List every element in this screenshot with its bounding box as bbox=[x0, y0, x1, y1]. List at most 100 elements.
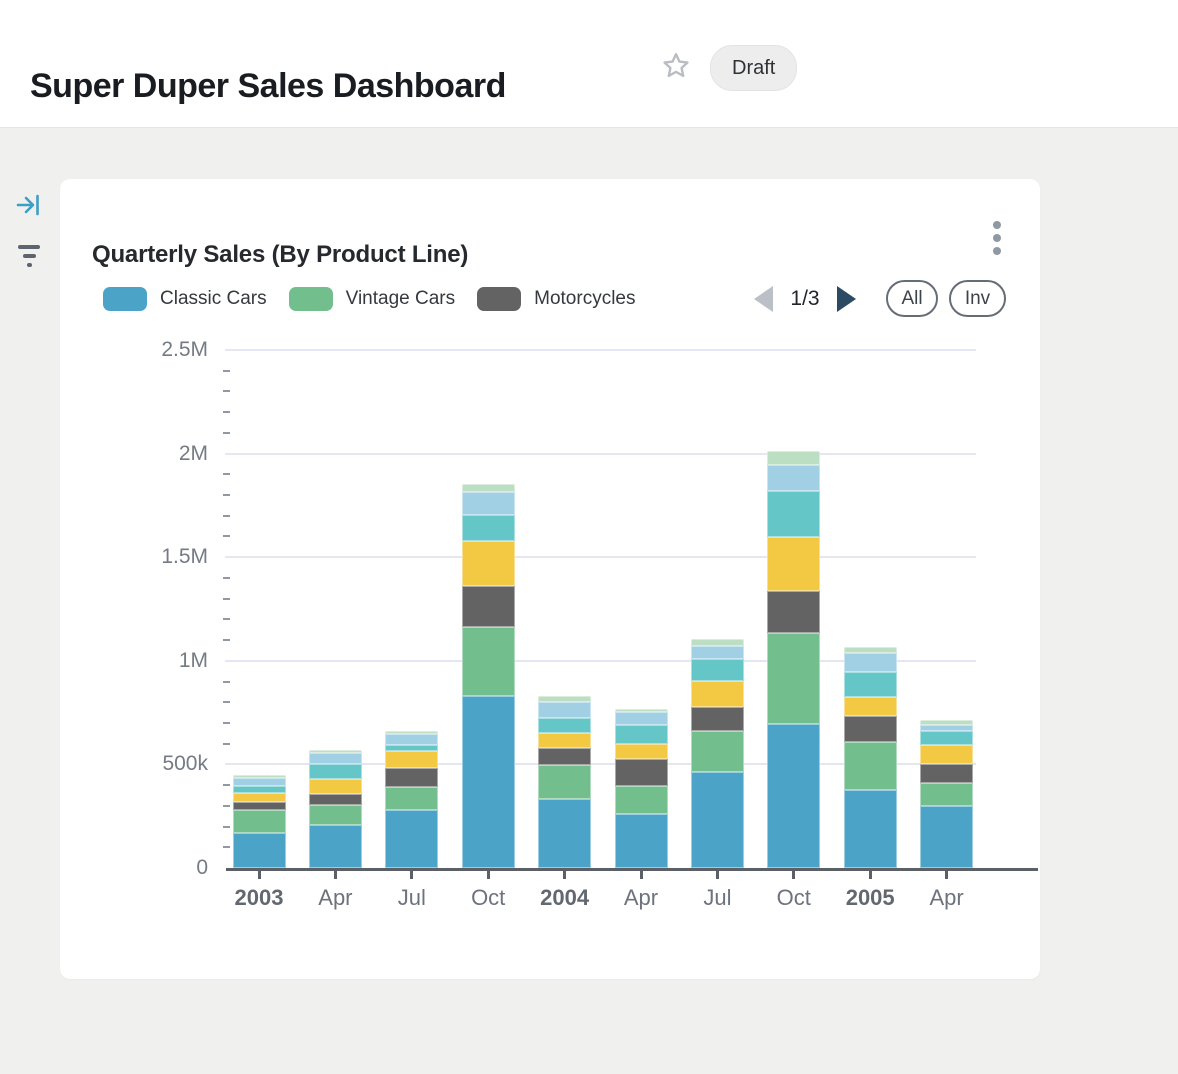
y-axis-label: 2M bbox=[60, 442, 208, 466]
x-axis-tick bbox=[792, 871, 795, 879]
bar-segment-series-4-yellow[interactable] bbox=[920, 745, 973, 764]
x-axis-tick bbox=[563, 871, 566, 879]
bar-segment-classic-cars[interactable] bbox=[767, 724, 820, 868]
bar-segment-series-4-yellow[interactable] bbox=[233, 793, 286, 802]
bar-segment-series-6-light-blue[interactable] bbox=[615, 712, 668, 725]
bar-segment-motorcycles[interactable] bbox=[615, 759, 668, 786]
bar-segment-vintage-cars[interactable] bbox=[309, 805, 362, 825]
bar-5-apr[interactable] bbox=[615, 350, 668, 868]
status-badge: Draft bbox=[710, 45, 797, 91]
bar-segment-series-5-teal[interactable] bbox=[385, 745, 438, 752]
bar-segment-series-4-yellow[interactable] bbox=[615, 744, 668, 759]
bar-segment-series-6-light-blue[interactable] bbox=[538, 702, 591, 718]
bar-segment-vintage-cars[interactable] bbox=[538, 765, 591, 798]
bar-segment-vintage-cars[interactable] bbox=[691, 731, 744, 772]
bar-segment-series-6-light-blue[interactable] bbox=[844, 653, 897, 673]
bar-segment-series-5-teal[interactable] bbox=[844, 672, 897, 697]
chart-card: Quarterly Sales (By Product Line) Classi… bbox=[60, 179, 1040, 979]
bar-6-jul[interactable] bbox=[691, 350, 744, 868]
bar-segment-series-5-teal[interactable] bbox=[538, 718, 591, 733]
bar-9-apr[interactable] bbox=[920, 350, 973, 868]
bar-segment-motorcycles[interactable] bbox=[233, 802, 286, 810]
bar-0-2003[interactable] bbox=[233, 350, 286, 868]
bar-segment-classic-cars[interactable] bbox=[233, 833, 286, 868]
bar-4-2004[interactable] bbox=[538, 350, 591, 868]
bar-segment-classic-cars[interactable] bbox=[844, 790, 897, 868]
bar-segment-series-6-light-blue[interactable] bbox=[385, 734, 438, 745]
x-axis-tick bbox=[869, 871, 872, 879]
bar-segment-vintage-cars[interactable] bbox=[767, 633, 820, 724]
bar-segment-series-5-teal[interactable] bbox=[309, 764, 362, 778]
bar-1-apr[interactable] bbox=[309, 350, 362, 868]
bar-segment-motorcycles[interactable] bbox=[691, 707, 744, 731]
bar-segment-series-4-yellow[interactable] bbox=[691, 681, 744, 706]
bar-segment-motorcycles[interactable] bbox=[462, 586, 515, 627]
x-axis-label: Apr bbox=[902, 885, 992, 911]
bar-segment-vintage-cars[interactable] bbox=[462, 627, 515, 697]
y-axis-minor-tick bbox=[223, 432, 230, 434]
bar-segment-vintage-cars[interactable] bbox=[844, 742, 897, 790]
bar-segment-series-6-light-blue[interactable] bbox=[309, 753, 362, 764]
bar-segment-vintage-cars[interactable] bbox=[920, 783, 973, 806]
bar-segment-classic-cars[interactable] bbox=[309, 825, 362, 869]
bar-segment-series-7-pale-green[interactable] bbox=[462, 484, 515, 493]
y-axis-label: 1.5M bbox=[60, 545, 208, 569]
bar-segment-series-7-pale-green[interactable] bbox=[538, 696, 591, 703]
bar-7-oct[interactable] bbox=[767, 350, 820, 868]
bar-segment-vintage-cars[interactable] bbox=[615, 786, 668, 814]
y-axis-label: 0 bbox=[60, 856, 208, 880]
page-title: Super Duper Sales Dashboard bbox=[30, 67, 506, 106]
bar-2-jul[interactable] bbox=[385, 350, 438, 868]
x-axis-tick bbox=[410, 871, 413, 879]
bar-segment-classic-cars[interactable] bbox=[920, 806, 973, 868]
y-axis-minor-tick bbox=[223, 473, 230, 475]
bar-segment-series-4-yellow[interactable] bbox=[309, 779, 362, 794]
bar-segment-series-4-yellow[interactable] bbox=[844, 697, 897, 715]
bar-segment-classic-cars[interactable] bbox=[691, 772, 744, 868]
y-axis-minor-tick bbox=[223, 618, 230, 620]
bar-segment-series-4-yellow[interactable] bbox=[385, 751, 438, 768]
bar-segment-series-6-light-blue[interactable] bbox=[233, 778, 286, 787]
y-axis-minor-tick bbox=[223, 784, 230, 786]
app-header: Super Duper Sales Dashboard Draft bbox=[0, 0, 1178, 128]
bar-segment-series-7-pale-green[interactable] bbox=[691, 639, 744, 646]
star-icon bbox=[660, 50, 692, 82]
bar-segment-vintage-cars[interactable] bbox=[233, 810, 286, 834]
bar-segment-series-7-pale-green[interactable] bbox=[767, 451, 820, 465]
bar-segment-series-4-yellow[interactable] bbox=[462, 541, 515, 586]
bar-segment-series-5-teal[interactable] bbox=[691, 659, 744, 681]
filter-button[interactable] bbox=[16, 245, 42, 273]
bar-segment-classic-cars[interactable] bbox=[615, 814, 668, 868]
bar-segment-series-4-yellow[interactable] bbox=[767, 537, 820, 591]
bar-segment-series-5-teal[interactable] bbox=[615, 725, 668, 743]
x-axis-line bbox=[226, 868, 1038, 871]
bar-segment-series-5-teal[interactable] bbox=[767, 491, 820, 537]
bar-segment-series-4-yellow[interactable] bbox=[538, 733, 591, 748]
y-axis-minor-tick bbox=[223, 390, 230, 392]
bar-segment-series-6-light-blue[interactable] bbox=[691, 646, 744, 659]
y-axis-label: 1M bbox=[60, 649, 208, 673]
bar-segment-motorcycles[interactable] bbox=[309, 794, 362, 805]
bar-segment-classic-cars[interactable] bbox=[462, 696, 515, 868]
bar-segment-motorcycles[interactable] bbox=[920, 764, 973, 783]
bar-3-oct[interactable] bbox=[462, 350, 515, 868]
bar-segment-vintage-cars[interactable] bbox=[385, 787, 438, 810]
favorite-button[interactable] bbox=[660, 50, 692, 82]
y-axis-minor-tick bbox=[223, 722, 230, 724]
expand-sidebar-button[interactable] bbox=[14, 191, 42, 219]
bar-segment-series-6-light-blue[interactable] bbox=[767, 465, 820, 491]
bar-segment-classic-cars[interactable] bbox=[538, 799, 591, 868]
bar-segment-motorcycles[interactable] bbox=[844, 716, 897, 743]
y-axis-minor-tick bbox=[223, 701, 230, 703]
bar-segment-motorcycles[interactable] bbox=[767, 591, 820, 632]
bar-segment-series-5-teal[interactable] bbox=[920, 731, 973, 745]
bar-segment-series-5-teal[interactable] bbox=[462, 515, 515, 541]
x-axis-tick bbox=[334, 871, 337, 879]
bar-segment-classic-cars[interactable] bbox=[385, 810, 438, 868]
bar-segment-motorcycles[interactable] bbox=[538, 748, 591, 766]
bar-segment-motorcycles[interactable] bbox=[385, 768, 438, 787]
bar-segment-series-6-light-blue[interactable] bbox=[462, 492, 515, 515]
bar-8-2005[interactable] bbox=[844, 350, 897, 868]
y-axis-label: 500k bbox=[60, 752, 208, 776]
y-axis-minor-tick bbox=[223, 681, 230, 683]
